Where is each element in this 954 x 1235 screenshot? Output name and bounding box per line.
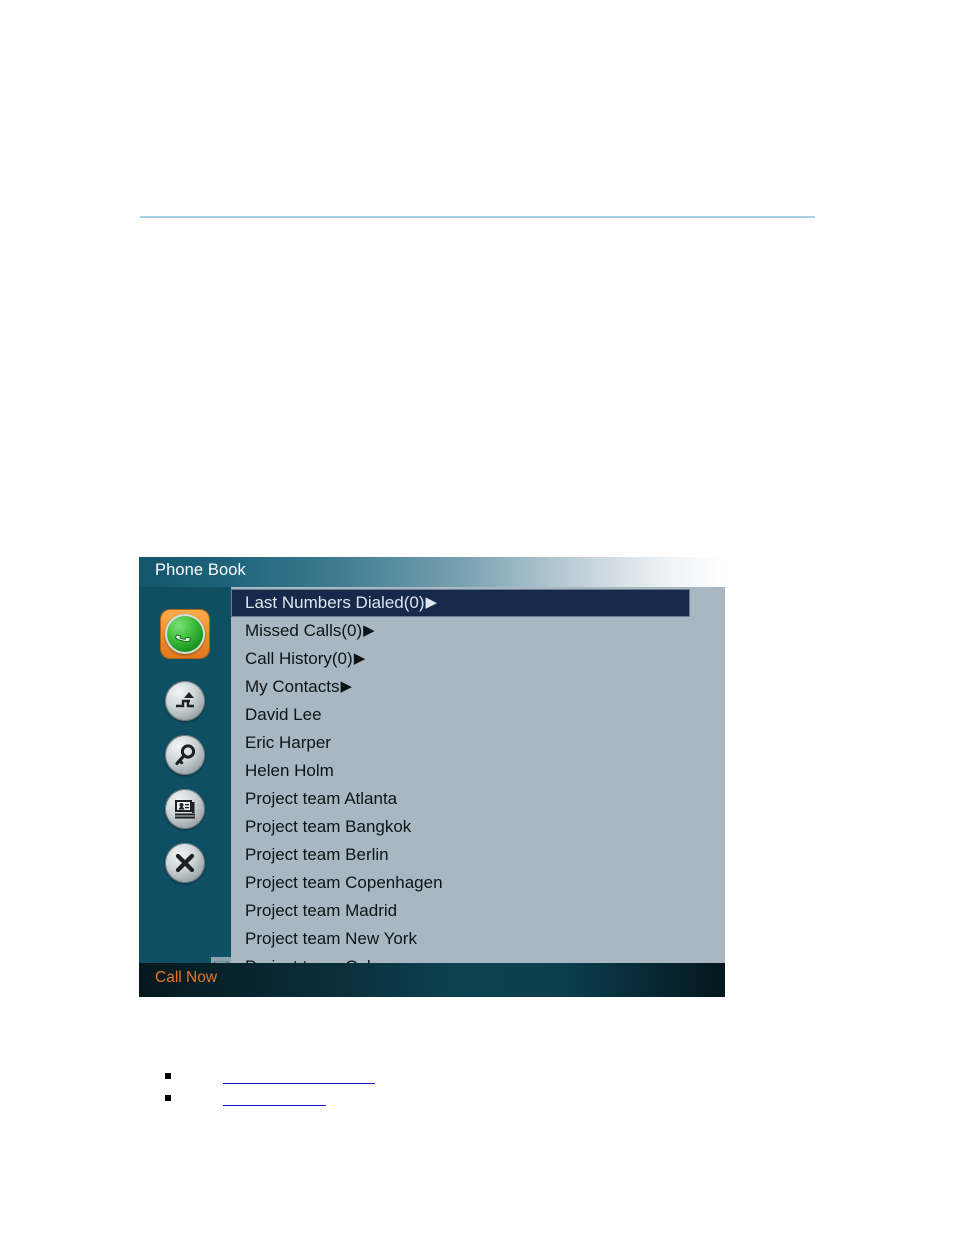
list-item-label: Last Numbers Dialed(0) [245,593,425,612]
list-item[interactable]: Project team Madrid [231,897,725,925]
list-item-label: Project team Berlin [245,845,389,864]
list-item-label: My Contacts [245,677,340,696]
list-item[interactable]: Last Numbers Dialed(0)▶ [231,589,690,617]
submenu-arrow-icon: ▶ [363,622,375,639]
search-key-icon [165,735,205,775]
icon-sidebar [139,587,231,963]
sidebar-button-end-call[interactable] [161,839,209,887]
sidebar-button-place-call[interactable] [161,610,209,658]
list-item[interactable]: Project team Copenhagen [231,869,725,897]
square-bullet-icon [165,1073,171,1079]
submenu-arrow-icon: ▶ [425,594,438,611]
bullet-link-list [160,1068,580,1112]
list-item[interactable]: Project team Bangkok [231,813,725,841]
list-item-label: Project team Atlanta [245,789,398,808]
panel-footer: Call Now [139,963,725,997]
list-item [160,1090,580,1112]
list-item[interactable]: Project team Atlanta [231,785,725,813]
list-item-label: Project team Copenhagen [245,873,443,892]
phone-call-icon [165,614,205,654]
submenu-arrow-icon: ▶ [353,650,366,667]
list-item[interactable]: Project team New York [231,925,725,953]
list-item[interactable]: My Contacts▶ [231,673,725,701]
list-item-label: Eric Harper [245,733,331,752]
end-call-icon [165,843,205,883]
list-item-label: Project team New York [245,929,417,948]
list-item-label: Project team Bangkok [245,817,412,836]
list-item-label: Helen Holm [245,761,334,780]
submenu-arrow-icon: ▶ [340,678,353,695]
list-item-label: Missed Calls(0) [245,621,363,640]
list-item[interactable]: Helen Holm [231,757,725,785]
call-transfer-icon [165,681,205,721]
phone-book-list[interactable]: Last Numbers Dialed(0)▶ Missed Calls(0)▶… [211,587,725,977]
list-item[interactable]: Eric Harper [231,729,725,757]
phone-book-panel: Phone Book Last Numbers Dialed(0)▶ Misse… [139,557,725,997]
list-item[interactable]: Missed Calls(0)▶ [231,617,725,645]
contact-card-icon [165,789,205,829]
list-item-label: David Lee [245,705,322,724]
list-item-label: Call History(0) [245,649,353,668]
sidebar-button-contacts[interactable] [161,785,209,833]
page-title: Phone Book [155,561,246,579]
document-horizontal-rule [140,216,815,218]
call-now-label[interactable]: Call Now [155,969,217,987]
bullet-hyperlink[interactable] [223,1091,326,1107]
list-item [160,1068,580,1090]
sidebar-button-search[interactable] [161,731,209,779]
list-item[interactable]: David Lee [231,701,725,729]
list-item-label: Project team Madrid [245,901,398,920]
list-item[interactable]: Project team Berlin [231,841,725,869]
square-bullet-icon [165,1095,171,1101]
bullet-hyperlink[interactable] [223,1069,375,1085]
sidebar-button-transfer-call[interactable] [161,677,209,725]
list-item[interactable]: Call History(0)▶ [231,645,725,673]
panel-body: Last Numbers Dialed(0)▶ Missed Calls(0)▶… [139,587,725,977]
panel-title-bar: Phone Book [139,557,725,587]
